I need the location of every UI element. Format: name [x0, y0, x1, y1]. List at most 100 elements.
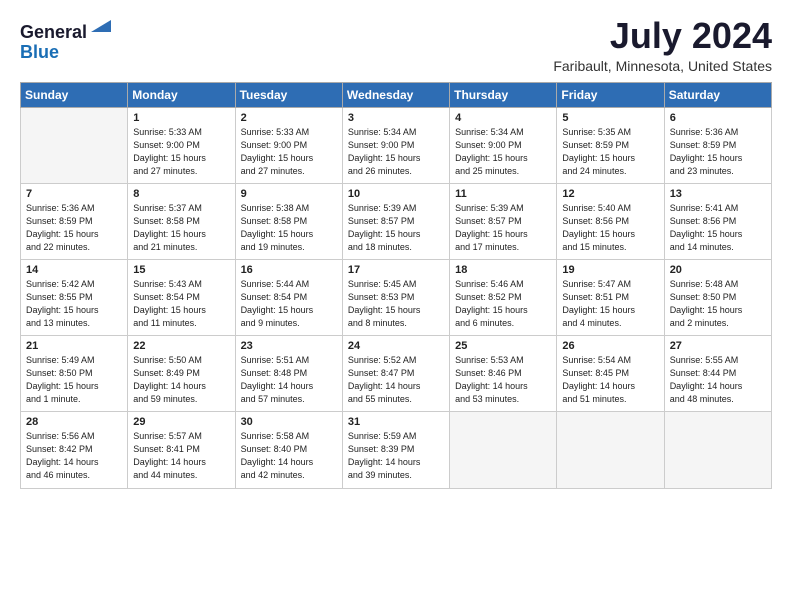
- day-info: Sunrise: 5:37 AMSunset: 8:58 PMDaylight:…: [133, 202, 229, 254]
- day-number: 25: [455, 340, 551, 352]
- calendar-cell: 22 Sunrise: 5:50 AMSunset: 8:49 PMDayligh…: [128, 336, 235, 412]
- logo-blue: Blue: [20, 42, 59, 62]
- calendar-cell: 19 Sunrise: 5:47 AMSunset: 8:51 PMDayligh…: [557, 259, 664, 335]
- day-number: 17: [348, 264, 444, 276]
- calendar-cell: 6 Sunrise: 5:36 AMSunset: 8:59 PMDaylight…: [664, 107, 771, 183]
- day-number: 5: [562, 112, 658, 124]
- calendar-header-monday: Monday: [128, 82, 235, 107]
- day-number: 26: [562, 340, 658, 352]
- day-info: Sunrise: 5:47 AMSunset: 8:51 PMDaylight:…: [562, 278, 658, 330]
- calendar-header-row: SundayMondayTuesdayWednesdayThursdayFrid…: [21, 82, 772, 107]
- calendar-cell: 2Sunrise: 5:33 AMSunset: 9:00 PMDaylight…: [235, 107, 342, 183]
- day-info: Sunrise: 5:56 AMSunset: 8:42 PMDaylight:…: [26, 430, 122, 482]
- calendar-header-friday: Friday: [557, 82, 664, 107]
- calendar-cell: 24Sunrise: 5:52 AMSunset: 8:47 PMDayligh…: [342, 336, 449, 412]
- day-number: 8: [133, 188, 229, 200]
- day-number: 6: [670, 112, 766, 124]
- header: General Blue July 2024 Faribault, Minnes…: [20, 16, 772, 74]
- month-title: July 2024: [553, 16, 772, 56]
- day-number: 2: [241, 112, 337, 124]
- day-number: 4: [455, 112, 551, 124]
- day-info: Sunrise: 5:44 AMSunset: 8:54 PMDaylight:…: [241, 278, 337, 330]
- calendar-cell: 28 Sunrise: 5:56 AMSunset: 8:42 PMDayligh…: [21, 412, 128, 488]
- calendar-cell: 23 Sunrise: 5:51 AMSunset: 8:48 PMDayligh…: [235, 336, 342, 412]
- day-info: Sunrise: 5:40 AMSunset: 8:56 PMDaylight:…: [562, 202, 658, 254]
- day-info: Sunrise: 5:55 AMSunset: 8:44 PMDaylight:…: [670, 354, 766, 406]
- day-number: 31: [348, 416, 444, 428]
- day-number: 1: [133, 112, 229, 124]
- day-info: Sunrise: 5:57 AMSunset: 8:41 PMDaylight:…: [133, 430, 229, 482]
- calendar-cell: 3 Sunrise: 5:34 AMSunset: 9:00 PMDaylight…: [342, 107, 449, 183]
- calendar-cell: 25 Sunrise: 5:53 AMSunset: 8:46 PMDayligh…: [450, 336, 557, 412]
- day-number: 23: [241, 340, 337, 352]
- calendar-cell: [450, 412, 557, 488]
- day-info: Sunrise: 5:42 AMSunset: 8:55 PMDaylight:…: [26, 278, 122, 330]
- day-info: Sunrise: 5:41 AMSunset: 8:56 PMDaylight:…: [670, 202, 766, 254]
- day-number: 30: [241, 416, 337, 428]
- day-number: 29: [133, 416, 229, 428]
- day-info: Sunrise: 5:39 AMSunset: 8:57 PMDaylight:…: [455, 202, 551, 254]
- day-number: 28: [26, 416, 122, 428]
- day-number: 9: [241, 188, 337, 200]
- calendar-cell: [21, 107, 128, 183]
- day-number: 13: [670, 188, 766, 200]
- calendar-cell: 27 Sunrise: 5:55 AMSunset: 8:44 PMDayligh…: [664, 336, 771, 412]
- day-number: 18: [455, 264, 551, 276]
- calendar-cell: 7 Sunrise: 5:36 AMSunset: 8:59 PMDaylight…: [21, 183, 128, 259]
- calendar-cell: 26 Sunrise: 5:54 AMSunset: 8:45 PMDayligh…: [557, 336, 664, 412]
- day-info: Sunrise: 5:39 AMSunset: 8:57 PMDaylight:…: [348, 202, 444, 254]
- calendar-cell: 13 Sunrise: 5:41 AMSunset: 8:56 PMDayligh…: [664, 183, 771, 259]
- location-title: Faribault, Minnesota, United States: [553, 58, 772, 74]
- day-info: Sunrise: 5:59 AMSunset: 8:39 PMDaylight:…: [348, 430, 444, 482]
- calendar-header-saturday: Saturday: [664, 82, 771, 107]
- calendar-header-wednesday: Wednesday: [342, 82, 449, 107]
- day-info: Sunrise: 5:53 AMSunset: 8:46 PMDaylight:…: [455, 354, 551, 406]
- day-info: Sunrise: 5:58 AMSunset: 8:40 PMDaylight:…: [241, 430, 337, 482]
- day-info: Sunrise: 5:46 AMSunset: 8:52 PMDaylight:…: [455, 278, 551, 330]
- calendar-cell: 8 Sunrise: 5:37 AMSunset: 8:58 PMDaylight…: [128, 183, 235, 259]
- day-info: Sunrise: 5:38 AMSunset: 8:58 PMDaylight:…: [241, 202, 337, 254]
- day-number: 27: [670, 340, 766, 352]
- day-number: 10: [348, 188, 444, 200]
- day-number: 15: [133, 264, 229, 276]
- day-info: Sunrise: 5:36 AMSunset: 8:59 PMDaylight:…: [26, 202, 122, 254]
- logo-general: General: [20, 22, 87, 42]
- calendar-cell: 21 Sunrise: 5:49 AMSunset: 8:50 PMDayligh…: [21, 336, 128, 412]
- day-number: 24: [348, 340, 444, 352]
- day-number: 19: [562, 264, 658, 276]
- calendar-header-tuesday: Tuesday: [235, 82, 342, 107]
- calendar-week-4: 21 Sunrise: 5:49 AMSunset: 8:50 PMDayligh…: [21, 336, 772, 412]
- day-info: Sunrise: 5:51 AMSunset: 8:48 PMDaylight:…: [241, 354, 337, 406]
- day-number: 12: [562, 188, 658, 200]
- logo-text: General Blue: [20, 16, 113, 63]
- calendar-cell: 16 Sunrise: 5:44 AMSunset: 8:54 PMDayligh…: [235, 259, 342, 335]
- calendar-cell: 20Sunrise: 5:48 AMSunset: 8:50 PMDayligh…: [664, 259, 771, 335]
- logo: General Blue: [20, 16, 113, 63]
- day-info: Sunrise: 5:35 AMSunset: 8:59 PMDaylight:…: [562, 126, 658, 178]
- logo-icon: [89, 14, 113, 38]
- day-info: Sunrise: 5:36 AMSunset: 8:59 PMDaylight:…: [670, 126, 766, 178]
- calendar-cell: 15 Sunrise: 5:43 AMSunset: 8:54 PMDayligh…: [128, 259, 235, 335]
- calendar-cell: 10 Sunrise: 5:39 AMSunset: 8:57 PMDayligh…: [342, 183, 449, 259]
- day-number: 16: [241, 264, 337, 276]
- day-info: Sunrise: 5:43 AMSunset: 8:54 PMDaylight:…: [133, 278, 229, 330]
- day-number: 22: [133, 340, 229, 352]
- day-number: 11: [455, 188, 551, 200]
- calendar-cell: 29 Sunrise: 5:57 AMSunset: 8:41 PMDayligh…: [128, 412, 235, 488]
- day-info: Sunrise: 5:34 AMSunset: 9:00 PMDaylight:…: [348, 126, 444, 178]
- day-number: 21: [26, 340, 122, 352]
- day-number: 7: [26, 188, 122, 200]
- day-info: Sunrise: 5:50 AMSunset: 8:49 PMDaylight:…: [133, 354, 229, 406]
- calendar-cell: 17Sunrise: 5:45 AMSunset: 8:53 PMDayligh…: [342, 259, 449, 335]
- day-info: Sunrise: 5:49 AMSunset: 8:50 PMDaylight:…: [26, 354, 122, 406]
- calendar-cell: 5 Sunrise: 5:35 AMSunset: 8:59 PMDaylight…: [557, 107, 664, 183]
- day-number: 14: [26, 264, 122, 276]
- calendar-week-3: 14 Sunrise: 5:42 AMSunset: 8:55 PMDayligh…: [21, 259, 772, 335]
- day-number: 20: [670, 264, 766, 276]
- day-info: Sunrise: 5:54 AMSunset: 8:45 PMDaylight:…: [562, 354, 658, 406]
- day-number: 3: [348, 112, 444, 124]
- calendar: SundayMondayTuesdayWednesdayThursdayFrid…: [20, 82, 772, 489]
- calendar-cell: 11 Sunrise: 5:39 AMSunset: 8:57 PMDayligh…: [450, 183, 557, 259]
- calendar-cell: 12 Sunrise: 5:40 AMSunset: 8:56 PMDayligh…: [557, 183, 664, 259]
- calendar-week-1: 1Sunrise: 5:33 AMSunset: 9:00 PMDaylight…: [21, 107, 772, 183]
